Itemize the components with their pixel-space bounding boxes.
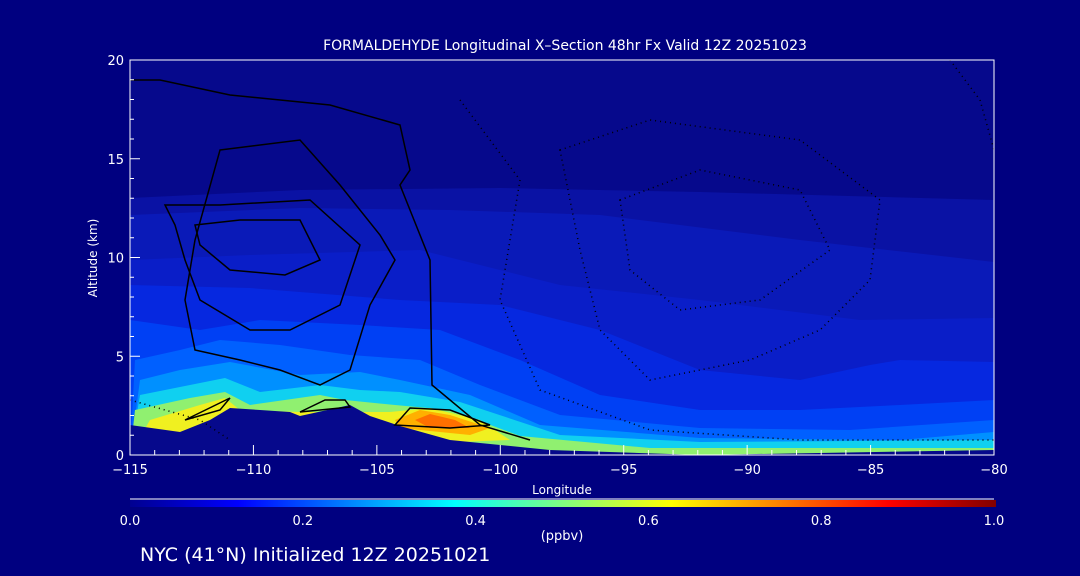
x-tick-label: −100 (482, 463, 518, 478)
y-tick-label: 20 (107, 54, 124, 69)
colorbar-tick-label: 0.2 (292, 514, 313, 529)
x-tick-label: −95 (610, 463, 637, 478)
plot-area (129, 59, 995, 456)
x-tick-label: −90 (733, 463, 760, 478)
y-tick-label: 10 (107, 252, 124, 267)
colorbar-tick-label: 0.6 (638, 514, 659, 529)
y-tick-label: 15 (107, 153, 124, 168)
footer-text: NYC (41°N) Initialized 12Z 20251021 (140, 544, 490, 566)
colorbar-tick-label: 0.0 (120, 514, 141, 529)
x-tick-label: −80 (980, 463, 1007, 478)
chart-title: FORMALDEHYDE Longitudinal X–Section 48hr… (323, 38, 807, 54)
x-tick-label: −110 (236, 463, 272, 478)
x-tick-label: −105 (359, 463, 395, 478)
chart: FORMALDEHYDE Longitudinal X–Section 48hr… (86, 38, 1008, 566)
y-tick-label: 5 (116, 350, 124, 365)
x-axis-label: Longitude (532, 483, 592, 497)
x-tick-label: −115 (112, 463, 148, 478)
x-tick-label: −85 (857, 463, 884, 478)
colorbar-tick-label: 1.0 (984, 514, 1005, 529)
y-axis-label: Altitude (km) (86, 219, 100, 298)
colorbar-tick-label: 0.4 (465, 514, 486, 529)
y-tick-label: 0 (116, 449, 124, 464)
colorbar (130, 500, 996, 507)
colorbar-units: (ppbv) (541, 529, 584, 544)
colorbar-ticks: 0.0 0.2 0.4 0.6 0.8 1.0 (120, 514, 1005, 529)
colorbar-tick-label: 0.8 (811, 514, 832, 529)
